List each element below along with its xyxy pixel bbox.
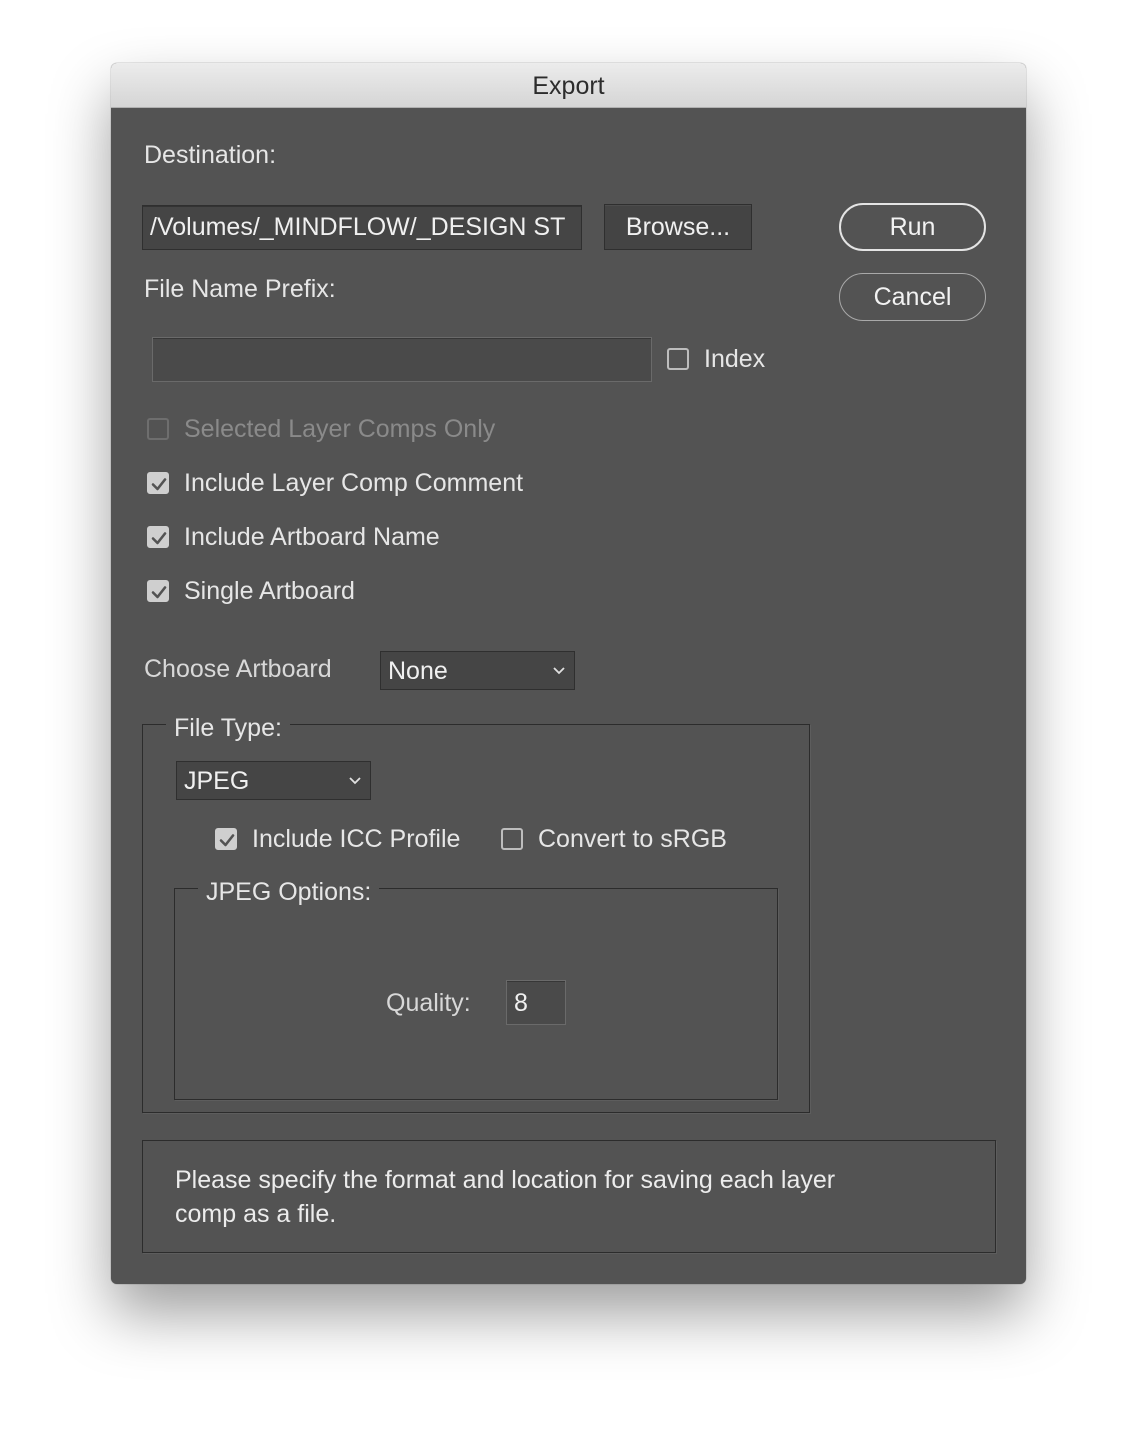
cancel-button[interactable]: Cancel (839, 273, 986, 321)
checkmark-icon (151, 478, 167, 491)
include-artboard-name-label: Include Artboard Name (184, 523, 440, 551)
info-message-line-1: Please specify the format and location f… (175, 1166, 836, 1194)
run-button[interactable]: Run (839, 203, 986, 251)
choose-artboard-label: Choose Artboard (144, 655, 332, 683)
browse-button[interactable]: Browse... (604, 204, 752, 250)
dialog-title: Export (111, 63, 1026, 108)
selected-layer-comps-only-checkbox[interactable] (147, 418, 169, 440)
index-label: Index (704, 345, 766, 373)
destination-label: Destination: (144, 141, 277, 169)
quality-input[interactable]: 8 (506, 980, 566, 1025)
destination-path-field[interactable]: /Volumes/_MINDFLOW/_DESIGN ST (142, 205, 582, 250)
checkmark-icon (219, 834, 235, 847)
choose-artboard-value: None (388, 657, 448, 685)
include-artboard-name-checkbox[interactable] (147, 526, 169, 548)
file-name-prefix-input[interactable] (152, 337, 652, 382)
quality-label: Quality: (386, 989, 471, 1017)
include-layer-comp-comment-label: Include Layer Comp Comment (184, 469, 524, 497)
checkmark-icon (151, 586, 167, 599)
file-name-prefix-label: File Name Prefix: (144, 275, 336, 303)
index-checkbox[interactable] (667, 348, 689, 370)
convert-to-srgb-label: Convert to sRGB (538, 825, 727, 853)
chevron-down-icon (553, 666, 565, 674)
jpeg-options-legend: JPEG Options: (198, 878, 380, 907)
file-type-select[interactable]: JPEG (176, 761, 371, 800)
selected-layer-comps-only-label: Selected Layer Comps Only (184, 415, 496, 443)
chevron-down-icon (349, 776, 361, 784)
include-layer-comp-comment-checkbox[interactable] (147, 472, 169, 494)
export-dialog: Export Destination: /Volumes/_MINDFLOW/_… (111, 63, 1026, 1284)
info-message-line-2: comp as a file. (175, 1200, 337, 1228)
file-type-value: JPEG (184, 767, 250, 795)
info-message-box: Please specify the format and location f… (142, 1140, 996, 1253)
checkmark-icon (151, 532, 167, 545)
file-type-legend: File Type: (166, 714, 290, 743)
include-icc-profile-label: Include ICC Profile (252, 825, 461, 853)
jpeg-options-group (174, 888, 778, 1100)
single-artboard-checkbox[interactable] (147, 580, 169, 602)
single-artboard-label: Single Artboard (184, 577, 355, 605)
convert-to-srgb-checkbox[interactable] (501, 828, 523, 850)
choose-artboard-select[interactable]: None (380, 651, 575, 690)
include-icc-profile-checkbox[interactable] (215, 828, 237, 850)
